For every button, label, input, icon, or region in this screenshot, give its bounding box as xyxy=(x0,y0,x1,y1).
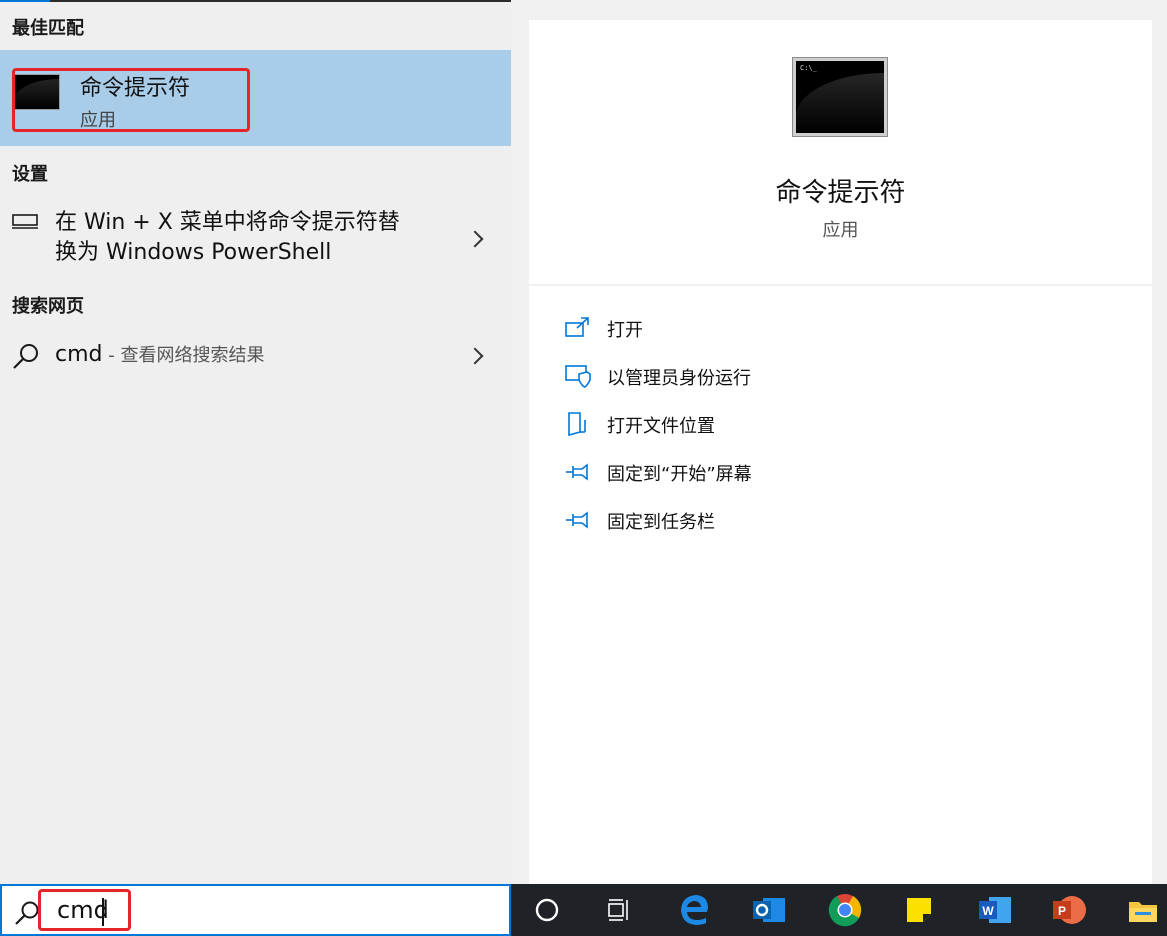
shield-icon xyxy=(565,364,591,388)
action-label: 打开文件位置 xyxy=(607,416,715,437)
file-explorer-icon[interactable] xyxy=(1125,892,1161,928)
chrome-icon[interactable] xyxy=(827,892,863,928)
annotation-box xyxy=(12,68,250,132)
web-search-result-item[interactable]: cmd - 查看网络搜索结果 xyxy=(0,336,511,376)
chevron-right-icon xyxy=(466,347,484,365)
section-settings: 设置 xyxy=(12,164,48,185)
cortana-icon[interactable] xyxy=(529,892,565,928)
web-search-suffix: - 查看网络搜索结果 xyxy=(102,345,265,366)
annotation-box xyxy=(38,889,131,931)
search-icon xyxy=(12,342,40,374)
action-label: 打开 xyxy=(607,320,643,341)
action-label: 以管理员身份运行 xyxy=(607,368,751,389)
cmd-prompt-text: C:\_ xyxy=(800,64,817,72)
powerpoint-icon[interactable]: P xyxy=(1051,892,1087,928)
task-view-icon[interactable] xyxy=(601,892,637,928)
settings-result-item[interactable]: 在 Win + X 菜单中将命令提示符替 换为 Windows PowerShe… xyxy=(0,206,511,276)
cmd-large-icon: C:\_ xyxy=(793,58,887,136)
sticky-notes-icon[interactable] xyxy=(901,892,937,928)
chevron-right-icon xyxy=(466,230,484,248)
detail-subtitle: 应用 xyxy=(822,220,859,241)
pin-icon xyxy=(565,508,591,532)
results-pane: 最佳匹配 命令提示符 应用 设置 在 Win + X 菜单中将命令提示符替 换为… xyxy=(0,0,511,884)
accent-bar xyxy=(0,0,50,2)
action-label: 固定到任务栏 xyxy=(607,512,715,533)
detail-card: C:\_ 命令提示符 应用 xyxy=(529,20,1152,284)
section-web-search: 搜索网页 xyxy=(12,296,84,317)
laptop-icon xyxy=(12,214,38,234)
taskbar: W P xyxy=(511,884,1167,936)
actions-list: 打开 以管理员身份运行 打开文件位置 固定到“开始”屏幕 固定到任务栏 xyxy=(529,286,1152,884)
word-icon[interactable]: W xyxy=(977,892,1013,928)
settings-result-line2: 换为 Windows PowerShell xyxy=(55,240,332,265)
section-best-match: 最佳匹配 xyxy=(12,18,84,39)
outlook-icon[interactable] xyxy=(751,892,787,928)
detail-title: 命令提示符 xyxy=(775,178,906,208)
search-icon xyxy=(14,900,40,930)
svg-text:W: W xyxy=(982,904,994,918)
start-search-window: 最佳匹配 命令提示符 应用 设置 在 Win + X 菜单中将命令提示符替 换为… xyxy=(0,0,1167,936)
svg-text:P: P xyxy=(1058,904,1066,918)
file-location-icon xyxy=(565,412,591,437)
web-search-query: cmd xyxy=(55,342,103,367)
action-label: 固定到“开始”屏幕 xyxy=(607,464,752,485)
settings-result-line1: 在 Win + X 菜单中将命令提示符替 xyxy=(55,210,400,235)
edge-icon[interactable] xyxy=(677,892,713,928)
pin-icon xyxy=(565,460,591,484)
open-icon xyxy=(565,316,591,340)
